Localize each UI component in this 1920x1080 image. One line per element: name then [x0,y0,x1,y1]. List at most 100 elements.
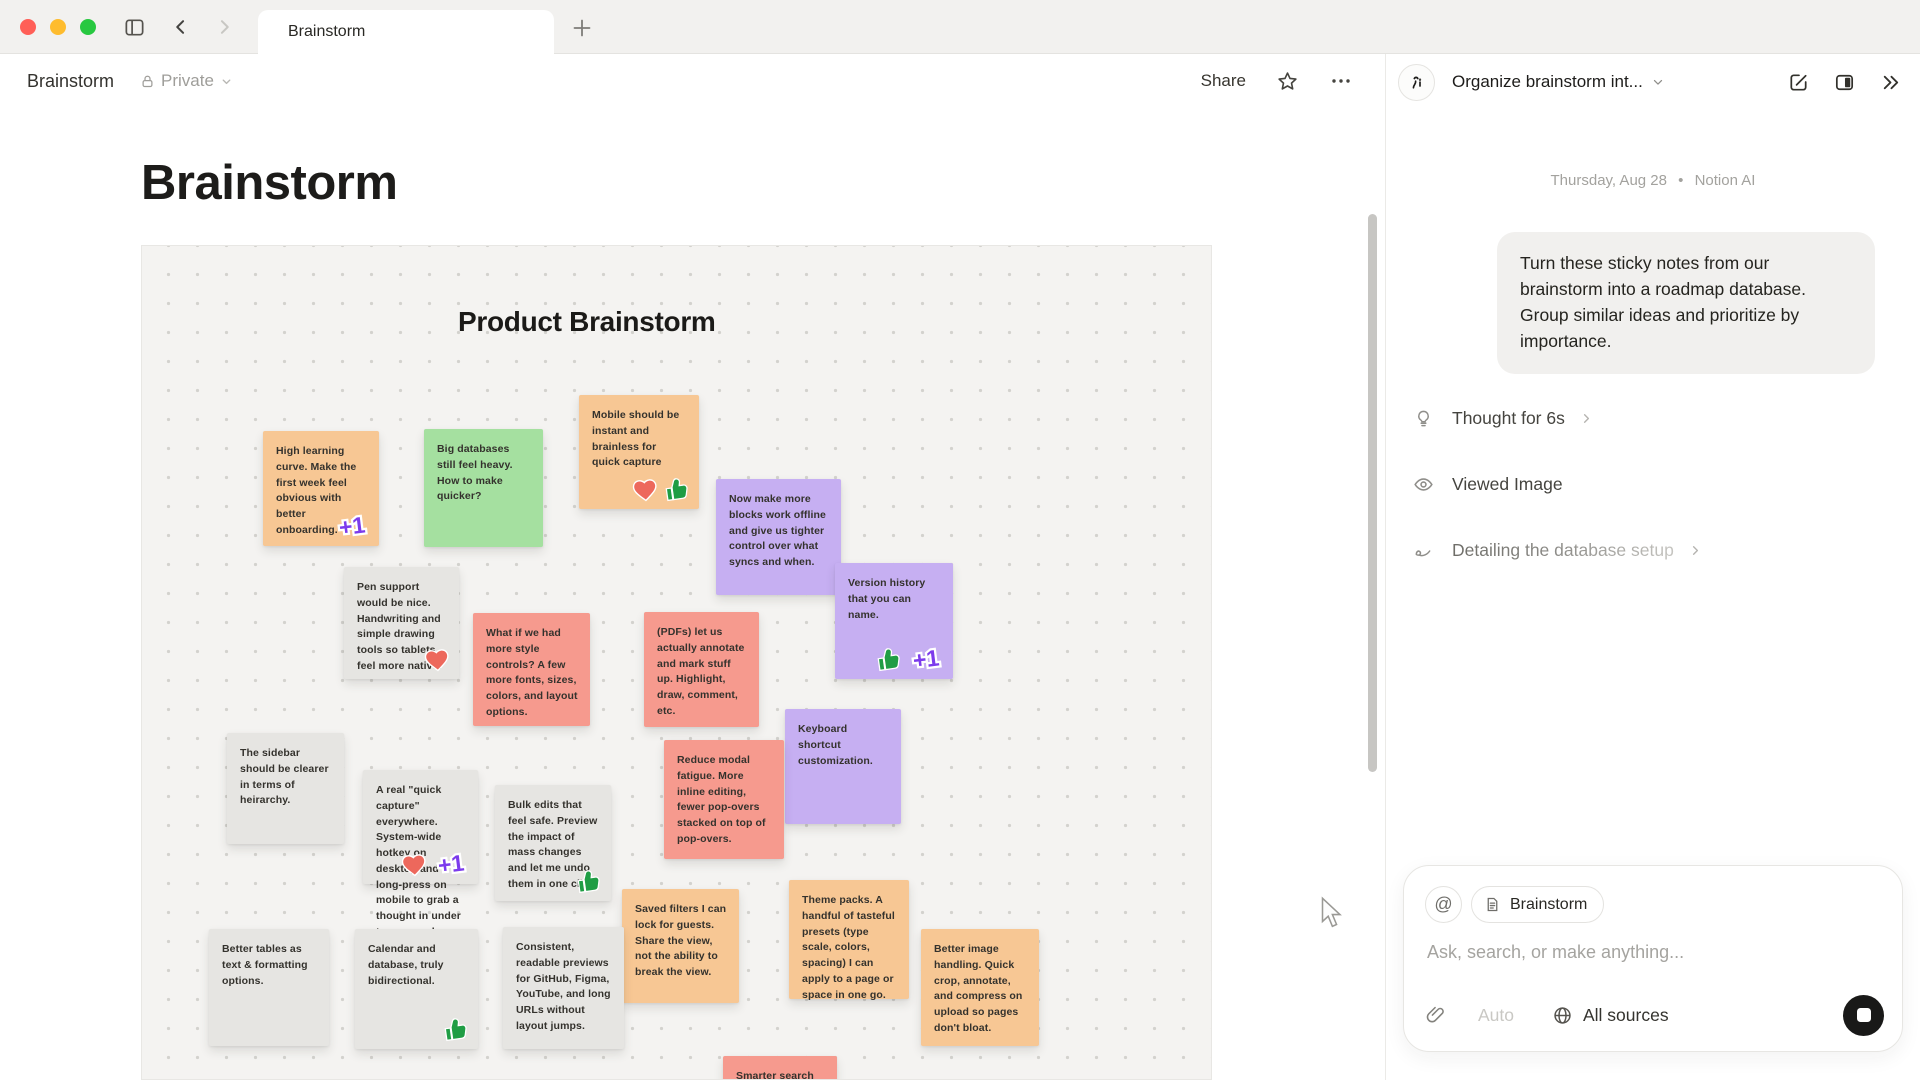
breadcrumb[interactable]: Brainstorm [27,71,114,92]
sticky-note[interactable]: Mobile should be instant and brainless f… [579,395,699,509]
zoom-window-button[interactable] [80,19,96,35]
back-button[interactable] [168,14,194,40]
privacy-label: Private [161,71,214,91]
privacy-dropdown[interactable]: Private [140,71,233,91]
thumbs-up-sticker-icon [662,476,692,504]
sticky-note[interactable]: Keyboard shortcut customization. [785,709,901,824]
tab-brainstorm[interactable]: Brainstorm [258,10,554,54]
at-icon: @ [1434,894,1452,915]
stop-generation-button[interactable] [1843,995,1884,1036]
sticky-note[interactable]: Version history that you can name. +1 [835,563,953,679]
page-content: Brainstorm Product Brainstorm High learn… [0,107,1385,1080]
ai-sidebar-header: Organize brainstorm int... [1386,54,1920,110]
thumbs-up-sticker-icon [874,646,904,674]
status-label: Detailing the database setup [1452,540,1674,561]
ai-composer-input[interactable]: Ask, search, or make anything... [1427,942,1867,963]
sticky-note-text: Better image handling. Quick crop, annot… [934,942,1027,1037]
toggle-panel-icon[interactable] [1833,71,1856,94]
page-toolbar: Brainstorm Private Share [0,55,1385,107]
sticky-note[interactable]: Saved filters I can lock for guests. Sha… [622,889,739,1003]
collapse-sidebar-icon[interactable] [1879,71,1902,94]
sticky-note-text: Mobile should be instant and brainless f… [592,408,687,471]
vertical-scrollbar[interactable] [1368,214,1377,772]
sticky-note-text: Saved filters I can lock for guests. Sha… [635,902,727,981]
sticker-row: +1 [874,644,946,674]
sticky-note[interactable]: Reduce modal fatigue. More inline editin… [664,740,784,859]
plus-one-sticker-icon: +1 [332,511,372,541]
sticky-note-text: Better tables as text & formatting optio… [222,942,317,989]
tab-bar: Brainstorm [0,0,1920,54]
thumbs-up-sticker-icon [574,868,604,896]
chevron-right-icon [1579,411,1594,426]
status-viewed-image[interactable]: Viewed Image [1412,474,1563,495]
sticky-note[interactable]: Bulk edits that feel safe. Preview the i… [495,785,611,901]
svg-text:+1: +1 [337,511,366,540]
conversation-date: Thursday, Aug 28 • Notion AI [1386,172,1920,189]
svg-text:+1: +1 [436,849,465,878]
attach-paperclip-icon[interactable] [1425,1005,1446,1026]
new-chat-icon[interactable] [1787,71,1810,94]
sticky-note-text: Version history that you can name. [848,576,941,623]
sidebar-toggle-icon[interactable] [121,14,147,40]
status-thought[interactable]: Thought for 6s [1412,408,1594,429]
stop-icon [1857,1008,1871,1022]
lightbulb-icon [1412,409,1434,428]
more-options-icon[interactable] [1329,69,1353,93]
sticky-note-text: Keyboard shortcut customization. [798,722,889,769]
user-message-bubble: Turn these sticky notes from our brainst… [1497,232,1875,374]
sticky-note-text: What if we had more style controls? A fe… [486,626,578,721]
sticky-note[interactable]: Calendar and database, truly bidirection… [355,929,478,1049]
eye-icon [1412,474,1434,495]
sticky-note[interactable]: The sidebar should be clearer in terms o… [227,733,344,844]
sticky-note[interactable]: Better tables as text & formatting optio… [209,929,329,1046]
loop-icon [1412,541,1434,561]
sticky-note-text: Theme packs. A handful of tasteful prese… [802,893,897,1003]
ai-thread-title[interactable]: Organize brainstorm int... [1452,72,1643,92]
notion-ai-face-icon [1398,64,1435,101]
forward-button[interactable] [211,14,237,40]
sticky-note[interactable]: High learning curve. Make the first week… [263,431,379,546]
sticky-note-text: Reduce modal fatigue. More inline editin… [677,753,772,848]
sticky-note-text: Now make more blocks work offline and gi… [729,492,829,571]
globe-icon [1552,1005,1573,1026]
sticky-note[interactable]: What if we had more style controls? A fe… [473,613,590,726]
new-tab-button[interactable] [568,14,596,42]
minimize-window-button[interactable] [50,19,66,35]
sticky-note[interactable]: Better image handling. Quick crop, annot… [921,929,1039,1046]
heart-sticker-icon [399,851,429,879]
sticky-note[interactable]: (PDFs) let us actually annotate and mark… [644,612,759,727]
sticky-note[interactable]: Consistent, readable previews for GitHub… [503,927,624,1049]
status-detailing[interactable]: Detailing the database setup [1412,540,1703,561]
ai-composer: @ Brainstorm Ask, search, or make anythi… [1403,865,1903,1052]
sticker-row: +1 [332,511,372,541]
sticky-note[interactable]: A real "quick capture" everywhere. Syste… [363,770,478,884]
close-window-button[interactable] [20,19,36,35]
sticky-note[interactable]: Pen support would be nice. Handwriting a… [344,567,459,679]
sticky-note[interactable]: Big databases still feel heavy. How to m… [424,429,543,547]
status-label: Viewed Image [1452,474,1563,495]
favorite-star-icon[interactable] [1276,70,1299,93]
thread-chevron-down-icon[interactable] [1651,75,1665,89]
date-label: Thursday, Aug 28 [1551,172,1667,189]
all-sources-label: All sources [1583,1005,1669,1026]
notion-window: Brainstorm Brainstorm Private Share [0,0,1920,1080]
share-button[interactable]: Share [1201,71,1246,91]
context-chip-brainstorm[interactable]: Brainstorm [1471,886,1604,923]
chevron-right-icon [1688,543,1703,558]
sticky-note[interactable]: Smarter search chips. [723,1056,837,1080]
sticky-note[interactable]: Now make more blocks work offline and gi… [716,479,841,595]
mode-auto-button[interactable]: Auto [1478,1005,1514,1026]
brainstorm-board-image[interactable]: Product Brainstorm High learning curve. … [141,245,1212,1080]
sticker-row [441,1016,471,1044]
svg-text:+1: +1 [911,644,940,673]
sticky-note[interactable]: Theme packs. A handful of tasteful prese… [789,880,909,999]
tab-title: Brainstorm [288,23,365,41]
heart-sticker-icon [630,476,660,504]
chevron-down-icon [220,75,233,88]
plus-one-sticker-icon: +1 [431,849,471,879]
board-title: Product Brainstorm [458,306,716,338]
all-sources-button[interactable]: All sources [1552,1005,1669,1026]
mention-button[interactable]: @ [1425,886,1462,923]
sticky-note-text: Big databases still feel heavy. How to m… [437,442,531,505]
status-label: Thought for 6s [1452,408,1565,429]
